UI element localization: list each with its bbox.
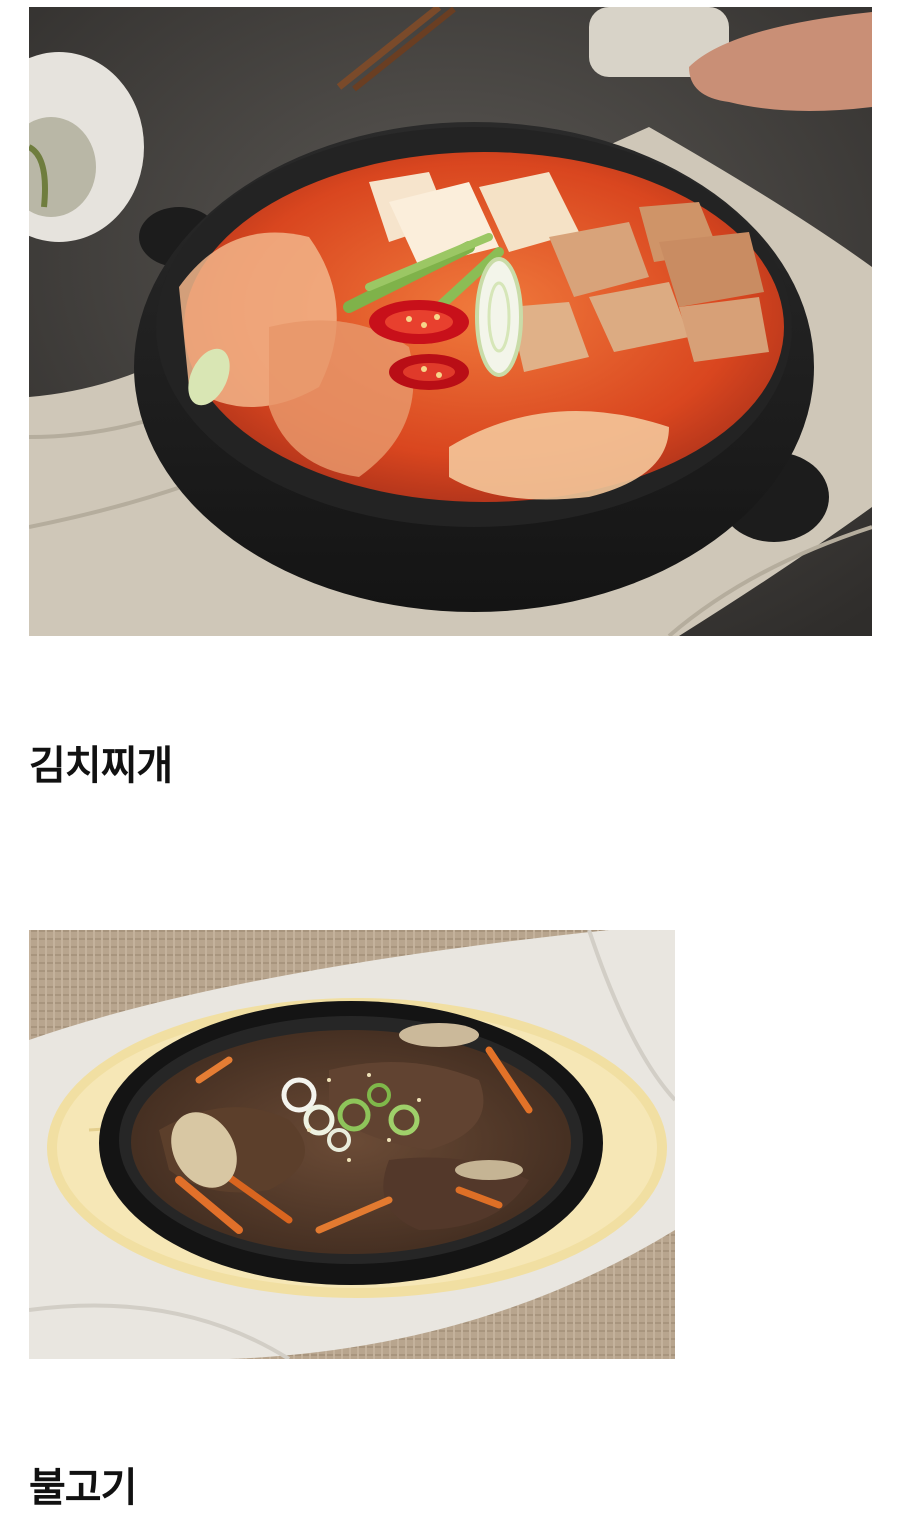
kimchi-jjigae-photo[interactable] bbox=[29, 7, 872, 636]
bulgogi-photo[interactable] bbox=[29, 930, 675, 1359]
kimchi-stew-illustration bbox=[29, 7, 872, 636]
dish-title-bulgogi: 불고기 bbox=[29, 1465, 137, 1511]
dish-title-kimchi-jjigae: 김치찌개 bbox=[29, 743, 173, 789]
bulgogi-illustration bbox=[29, 930, 675, 1359]
